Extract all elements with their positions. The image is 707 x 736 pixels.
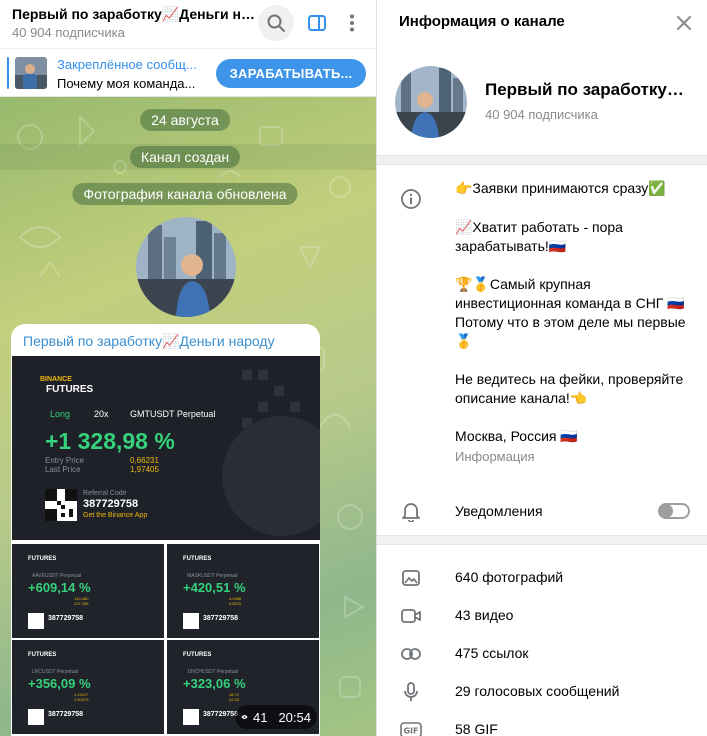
thumb-last: 237.295 (74, 601, 89, 606)
chat-header[interactable]: Первый по заработку📈Деньги на... 40 904 … (0, 0, 376, 48)
thumb-pnl: +356,09 % (28, 676, 91, 691)
post-thumbnail[interactable]: FUTURES LRCUSDT Perpetual +356,09 % 1.14… (12, 640, 164, 734)
sidebar-toggle-button[interactable] (299, 5, 335, 41)
close-icon (677, 16, 691, 30)
post-main-image[interactable]: BINANCE FUTURES Long 20x GMTUSDT Perpetu… (12, 356, 320, 540)
info-icon (399, 187, 423, 211)
binance-logo: BINANCE (40, 376, 72, 383)
channel-title[interactable]: Первый по заработку📈Деньги на... (12, 6, 257, 23)
post-author[interactable]: Первый по заработку📈Деньги народу (23, 333, 275, 350)
description-line: 📈Хватит работать - пора (455, 219, 623, 235)
pinned-label: Закреплённое сообщ... (57, 57, 197, 72)
thumb-code: 387729758 (48, 711, 84, 718)
media-voice-count[interactable]: 29 голосовых сообщений (455, 683, 619, 699)
media-videos-count[interactable]: 43 видео (455, 607, 513, 623)
last-price-label: Last Price (45, 465, 81, 474)
post-thumbnail[interactable]: FUTURES AAVEUSDT Perpetual +609,14 % 144… (12, 544, 164, 638)
media-gif-count[interactable]: 58 GIF (455, 721, 498, 736)
description-line: Потому что в этом деле мы первые (455, 314, 686, 330)
position-pair: GMTUSDT Perpetual (130, 409, 216, 419)
thumb-code: 387729758 (203, 711, 239, 718)
thumb-code: 387729758 (48, 615, 84, 622)
description-line: Не ведитесь на фейки, проверяйте (455, 371, 684, 387)
entry-price: 0,66231 (130, 456, 159, 465)
location-caption: Информация (455, 449, 535, 464)
description-line: инвестиционная команда в СНГ 🇷🇺 (455, 295, 685, 311)
binance-app-cta: Get the Binance App (83, 512, 148, 519)
description-line: описание канала!👈 (455, 390, 588, 406)
photo-icon (399, 566, 423, 590)
views-icon (241, 715, 248, 719)
last-price: 1,97405 (130, 465, 159, 474)
qr-code (45, 489, 77, 521)
channel-subscriber-count: 40 904 подписчика (485, 107, 598, 122)
description-line: зарабатывать!🇷🇺 (455, 238, 567, 254)
futures-label: FUTURES (46, 384, 94, 395)
video-icon (399, 604, 423, 628)
channel-post[interactable]: Первый по заработку📈Деньги народу BINANC… (11, 324, 320, 736)
service-message-created: Канал создан (129, 146, 241, 168)
link-icon (399, 642, 423, 666)
notifications-label: Уведомления (455, 503, 543, 519)
description-line: 🏆🥇Самый крупная (455, 276, 591, 292)
post-meta: 41 20:54 (235, 705, 317, 729)
entry-price-label: Entry Price (45, 456, 85, 465)
thumb-last: 22.33 (229, 697, 240, 702)
channel-name: Первый по заработку📈Деньги народу (485, 80, 700, 99)
close-button[interactable] (673, 12, 695, 34)
pinned-indicator (7, 57, 9, 89)
description-line: 🥇 (455, 333, 473, 349)
bell-icon (399, 499, 423, 523)
thumb-pair: AAVEUSDT Perpetual (32, 573, 82, 579)
position-leverage: 20x (94, 409, 109, 419)
thumb-pnl: +609,14 % (28, 580, 91, 595)
thumb-pnl: +420,51 % (183, 580, 246, 595)
more-button[interactable] (334, 5, 370, 41)
chat-column: Первый по заработку📈Деньги на... 40 904 … (0, 0, 376, 736)
service-message-photo: Фотография канала обновлена (72, 183, 298, 205)
section-separator (377, 535, 707, 545)
sidebar-icon (308, 15, 326, 31)
referral-code: 387729758 (83, 498, 139, 510)
thumb-last: 1.20479 (74, 697, 89, 702)
media-links-count[interactable]: 475 ссылок (455, 645, 529, 661)
more-vertical-icon (350, 14, 354, 32)
section-separator (377, 155, 707, 165)
thumb-pnl: +323,06 % (183, 676, 246, 691)
views-count: 41 (252, 709, 268, 725)
date-divider: 24 августа (140, 109, 230, 131)
thumb-pair: MASKUSDT Perpetual (187, 573, 238, 579)
microphone-icon (399, 680, 423, 704)
post-time: 20:54 (278, 709, 311, 725)
svg-text:GIF: GIF (403, 727, 418, 736)
search-button[interactable] (258, 5, 294, 41)
referral-label: Referral Code (83, 490, 127, 497)
panel-title: Информация о канале (399, 13, 565, 30)
pnl-value: +1 328,98 % (45, 428, 175, 454)
chat-area[interactable]: 24 августа Канал создан Фотография канал… (0, 97, 376, 736)
channel-location: Москва, Россия 🇷🇺 (455, 428, 578, 444)
media-photos-count[interactable]: 640 фотографий (455, 569, 563, 585)
thumb-pair: LRCUSDT Perpetual (32, 669, 79, 675)
post-thumbnail[interactable]: FUTURES MASKUSDT Perpetual +420,51 % 4.4… (167, 544, 319, 638)
channel-info-panel: Информация о канале Первый по заработку📈… (377, 0, 707, 736)
search-icon (267, 14, 285, 32)
gif-icon: GIF (399, 718, 423, 736)
thumb-pair: 1INCHUSDT Perpetual (187, 669, 239, 675)
pinned-action-button[interactable]: ЗАРАБАТЫВАТЬ... (216, 59, 366, 88)
position-side: Long (50, 409, 71, 419)
pinned-message-bar[interactable]: Закреплённое сообщ... Почему моя команда… (0, 48, 376, 97)
pinned-text: Почему моя команда... (57, 76, 196, 91)
thumb-code: 387729758 (203, 615, 239, 622)
channel-photo[interactable] (136, 217, 236, 317)
channel-subscribers: 40 904 подписчика (12, 25, 125, 40)
pinned-thumbnail (15, 57, 47, 89)
notifications-toggle[interactable] (658, 503, 690, 519)
description-line: 👉Заявки принимаются сразу✅ (455, 180, 666, 196)
thumb-last: 5.8370 (229, 601, 242, 606)
channel-avatar[interactable] (395, 66, 467, 138)
